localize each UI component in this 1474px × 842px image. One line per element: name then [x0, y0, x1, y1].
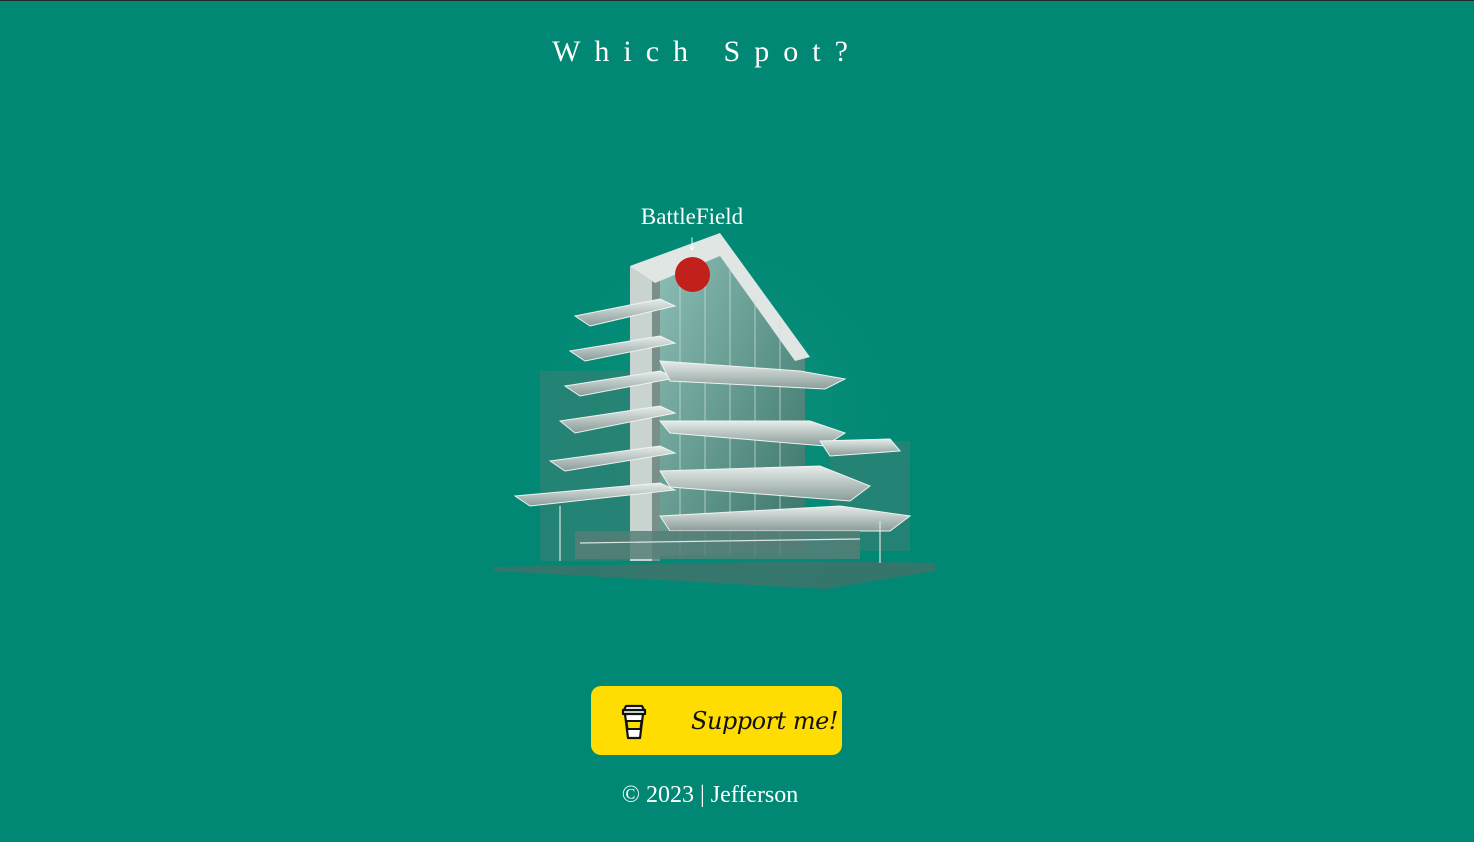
footer-copyright: © 2023 | Jefferson [621, 782, 799, 808]
building-sketch [480, 171, 950, 611]
page-title: Which Spot? [552, 35, 862, 68]
spot-label: BattleField [640, 204, 744, 229]
support-button[interactable]: Support me! [591, 686, 842, 755]
arrow-down-icon: ↓ [686, 230, 698, 255]
coffee-cup-icon [621, 704, 647, 739]
support-button-label: Support me! [691, 706, 838, 735]
spot-marker[interactable] [675, 257, 710, 292]
building-image [480, 171, 950, 611]
